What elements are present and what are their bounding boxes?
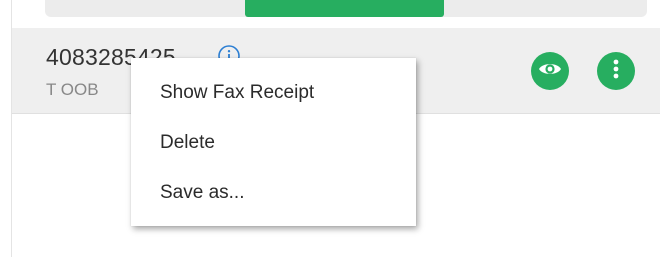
menu-item-save-as[interactable]: Save as... <box>131 168 416 218</box>
fax-subtitle: T OOB <box>46 80 99 99</box>
more-options-button[interactable] <box>597 52 635 90</box>
menu-item-delete[interactable]: Delete <box>131 118 416 168</box>
eye-icon <box>538 57 562 86</box>
context-menu: Show Fax Receipt Delete Save as... <box>131 58 416 226</box>
more-vertical-icon <box>604 57 628 86</box>
fax-list-panel: 4083285425 T OOB Show Fax Receipt Delete… <box>0 0 660 257</box>
progress-fill <box>245 0 444 17</box>
upload-progress-bar <box>45 0 647 17</box>
view-fax-button[interactable] <box>531 52 569 90</box>
menu-item-show-fax-receipt[interactable]: Show Fax Receipt <box>131 68 416 118</box>
